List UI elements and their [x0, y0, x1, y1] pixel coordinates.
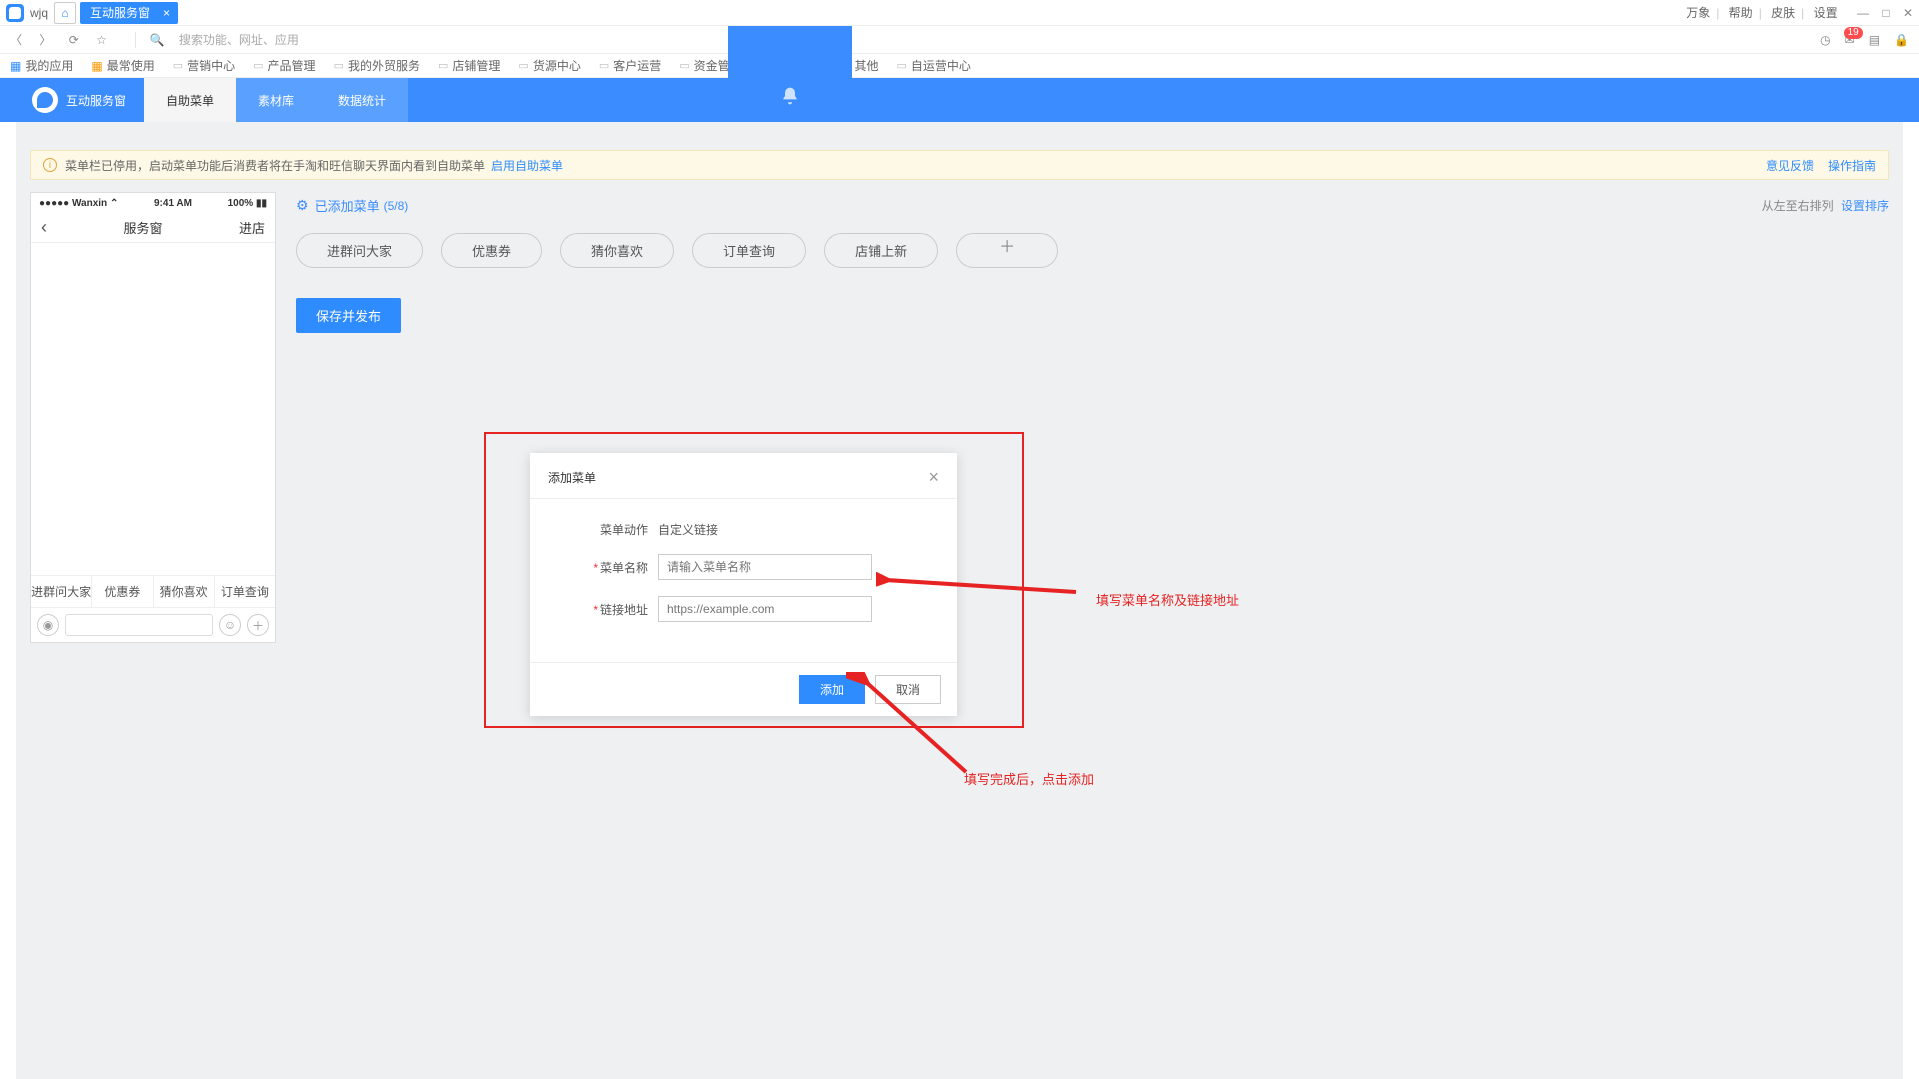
message-badge: 19: [1844, 27, 1863, 39]
emoji-icon[interactable]: ☺: [219, 614, 241, 636]
message-icon[interactable]: ✉19: [1845, 33, 1855, 47]
phone-time: 9:41 AM: [154, 198, 192, 209]
phone-input[interactable]: [65, 614, 213, 636]
bm-item-9[interactable]: ▭自运营中心: [897, 57, 971, 74]
menu-pill-2[interactable]: 猜你喜欢: [560, 233, 674, 268]
menu-pill-3[interactable]: 订单查询: [692, 233, 806, 268]
notice-link[interactable]: 启用自助菜单: [491, 157, 563, 174]
nav-controls: 〈 〉 ⟳ ☆: [10, 31, 121, 48]
link-skin[interactable]: 皮肤: [1771, 6, 1795, 20]
bm-item-4[interactable]: ▭货源中心: [518, 57, 580, 74]
bm-item-1[interactable]: ▭产品管理: [253, 57, 315, 74]
added-count: (5/8): [384, 199, 409, 213]
menu-pill-0[interactable]: 进群问大家: [296, 233, 423, 268]
modal-title: 添加菜单: [548, 469, 596, 486]
notification-banner[interactable]: [728, 26, 852, 116]
link-help[interactable]: 帮助: [1729, 6, 1753, 20]
phone-preview: ●●●●● Wanxin ⌃ 9:41 AM 100% ▮▮ ‹ 服务窗 进店 …: [30, 192, 276, 643]
phone-back-icon[interactable]: ‹: [41, 217, 47, 238]
browser-tab[interactable]: 互动服务窗 ×: [80, 2, 178, 24]
bm-item-0[interactable]: ▭营销中心: [173, 57, 235, 74]
info-icon: i: [43, 158, 57, 172]
notice-bar: i 菜单栏已停用，启动菜单功能后消费者将在手淘和旺信聊天界面内看到自助菜单 启用…: [30, 150, 1889, 180]
tab-material[interactable]: 素材库: [236, 78, 316, 122]
bookmark-icon[interactable]: ☆: [96, 33, 107, 47]
minimize-icon[interactable]: —: [1857, 6, 1869, 20]
service-logo-icon: [32, 87, 58, 113]
modal-cancel-button[interactable]: 取消: [875, 675, 941, 704]
bm-myapp[interactable]: ▦我的应用: [10, 57, 73, 74]
home-button[interactable]: ⌂: [54, 2, 76, 24]
link-wanxiang[interactable]: 万象: [1686, 6, 1710, 20]
profile-name: wjq: [30, 6, 48, 20]
action-label: 菜单动作: [558, 521, 658, 538]
plus-icon[interactable]: ＋: [247, 614, 269, 636]
forward-icon[interactable]: 〉: [39, 33, 51, 47]
reload-icon[interactable]: ⟳: [69, 33, 79, 47]
feedback-link[interactable]: 意见反馈: [1766, 157, 1814, 174]
sort-link[interactable]: 设置排序: [1841, 199, 1889, 213]
menu-pill-4[interactable]: 店铺上新: [824, 233, 938, 268]
modal-close-icon[interactable]: ×: [928, 467, 939, 488]
bm-item-2[interactable]: ▭我的外贸服务: [334, 57, 420, 74]
browser-tab-title: 互动服务窗: [90, 4, 150, 21]
close-icon[interactable]: ✕: [1903, 6, 1913, 20]
phone-menu-2[interactable]: 猜你喜欢: [154, 576, 215, 607]
phone-menu-0[interactable]: 进群问大家: [31, 576, 92, 607]
link-settings[interactable]: 设置: [1814, 6, 1838, 20]
add-menu-button[interactable]: ＋: [956, 233, 1058, 268]
app-title: 互动服务窗: [66, 92, 126, 109]
search-placeholder[interactable]: 搜索功能、网址、应用: [179, 31, 299, 48]
work-area: i 菜单栏已停用，启动菜单功能后消费者将在手淘和旺信聊天界面内看到自助菜单 启用…: [16, 122, 1903, 1079]
app-logo-icon: [6, 4, 24, 22]
lock-icon[interactable]: 🔒: [1894, 33, 1909, 47]
tab-selfmenu[interactable]: 自助菜单: [144, 78, 236, 122]
tab-close-icon[interactable]: ×: [163, 6, 170, 20]
phone-carrier: ●●●●● Wanxin ⌃: [39, 198, 118, 209]
guide-link[interactable]: 操作指南: [1828, 157, 1876, 174]
phone-menu-3[interactable]: 订单查询: [215, 576, 275, 607]
modal-add-button[interactable]: 添加: [799, 675, 865, 704]
voice-icon[interactable]: ◉: [37, 614, 59, 636]
bell-icon: [780, 86, 800, 106]
menu-name-input[interactable]: [658, 554, 872, 580]
url-label: 链接地址: [600, 603, 648, 617]
annotation-2: 填写完成后，点击添加: [964, 769, 1094, 788]
card-icon[interactable]: ▤: [1869, 33, 1880, 47]
phone-enter[interactable]: 进店: [239, 218, 265, 237]
clock-icon[interactable]: ◷: [1820, 33, 1830, 47]
maximize-icon[interactable]: □: [1882, 6, 1889, 20]
bm-most[interactable]: ▦最常使用: [91, 57, 154, 74]
bookmark-bar: ▦我的应用 ▦最常使用 ▭营销中心 ▭产品管理 ▭我的外贸服务 ▭店铺管理 ▭货…: [0, 54, 1919, 78]
app-bar: 互动服务窗 自助菜单 素材库 数据统计: [0, 78, 1919, 122]
gear-icon[interactable]: ⚙: [296, 197, 309, 214]
added-title: 已添加菜单: [315, 196, 380, 215]
name-label: 菜单名称: [600, 561, 648, 575]
bm-item-5[interactable]: ▭客户运营: [599, 57, 661, 74]
phone-menu-1[interactable]: 优惠券: [92, 576, 153, 607]
save-publish-button[interactable]: 保存并发布: [296, 298, 401, 333]
phone-title: 服务窗: [123, 218, 162, 237]
back-icon[interactable]: 〈: [10, 33, 22, 47]
action-value: 自定义链接: [658, 521, 718, 538]
window-right: 万象| 帮助| 皮肤| 设置 — □ ✕: [1680, 4, 1913, 21]
add-menu-modal: 添加菜单 × 菜单动作 自定义链接 *菜单名称 *链接地址 添加 取消: [530, 453, 957, 716]
phone-battery: 100% ▮▮: [228, 198, 267, 209]
tab-stats[interactable]: 数据统计: [316, 78, 408, 122]
menu-pill-1[interactable]: 优惠券: [441, 233, 542, 268]
search-icon[interactable]: 🔍: [150, 33, 165, 47]
menu-url-input[interactable]: [658, 596, 872, 622]
sort-label: 从左至右排列: [1762, 199, 1834, 213]
notice-text: 菜单栏已停用，启动菜单功能后消费者将在手淘和旺信聊天界面内看到自助菜单: [65, 157, 485, 174]
window-bar: wjq ⌂ 互动服务窗 × 万象| 帮助| 皮肤| 设置 — □ ✕: [0, 0, 1919, 26]
address-bar: 〈 〉 ⟳ ☆ 🔍 搜索功能、网址、应用 ◷ ✉19 ▤ 🔒: [0, 26, 1919, 54]
bm-item-3[interactable]: ▭店铺管理: [438, 57, 500, 74]
